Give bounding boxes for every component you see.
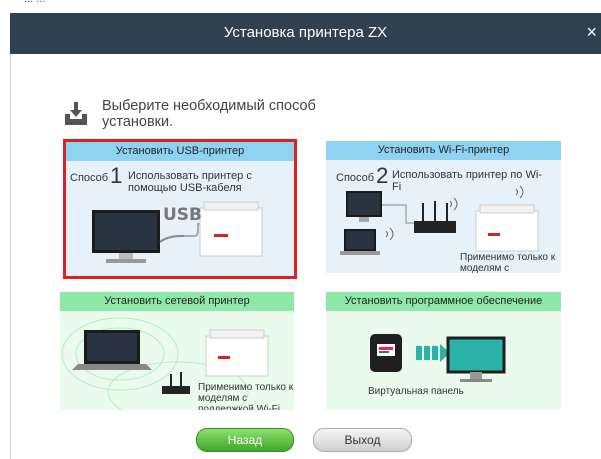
software-option[interactable]: Установить программное обеспечение Вирту… <box>326 292 561 410</box>
wifi-printer-option[interactable]: Установить Wi-Fi-принтер Способ2 Использ… <box>326 141 561 273</box>
usb-cable-label: USB <box>163 205 203 225</box>
top-strip: ... ... <box>0 0 601 13</box>
close-icon[interactable]: × <box>586 22 597 43</box>
back-button[interactable]: Назад <box>196 428 294 452</box>
exit-button[interactable]: Выход <box>313 428 412 452</box>
virtual-panel-label: Виртуальная панель <box>368 386 464 397</box>
window-border <box>10 54 11 459</box>
window-title: Установка принтера ZX <box>223 24 388 41</box>
wifi-note: Применимо только к моделям с поддержкой … <box>460 252 556 273</box>
download-tray-icon <box>65 102 87 125</box>
title-bar: Установка принтера ZX × <box>10 13 601 54</box>
network-printer-option[interactable]: Установить сетевой принтер Применимо тол… <box>60 292 294 410</box>
usb-printer-option[interactable]: Установить USB-принтер Способ1 Использов… <box>63 139 297 279</box>
top-strip-text: ... ... <box>24 0 45 5</box>
heading-text: Выберите необходимый способ установки. <box>102 98 316 130</box>
network-note: Применимо только к моделям с поддержкой … <box>198 382 294 410</box>
